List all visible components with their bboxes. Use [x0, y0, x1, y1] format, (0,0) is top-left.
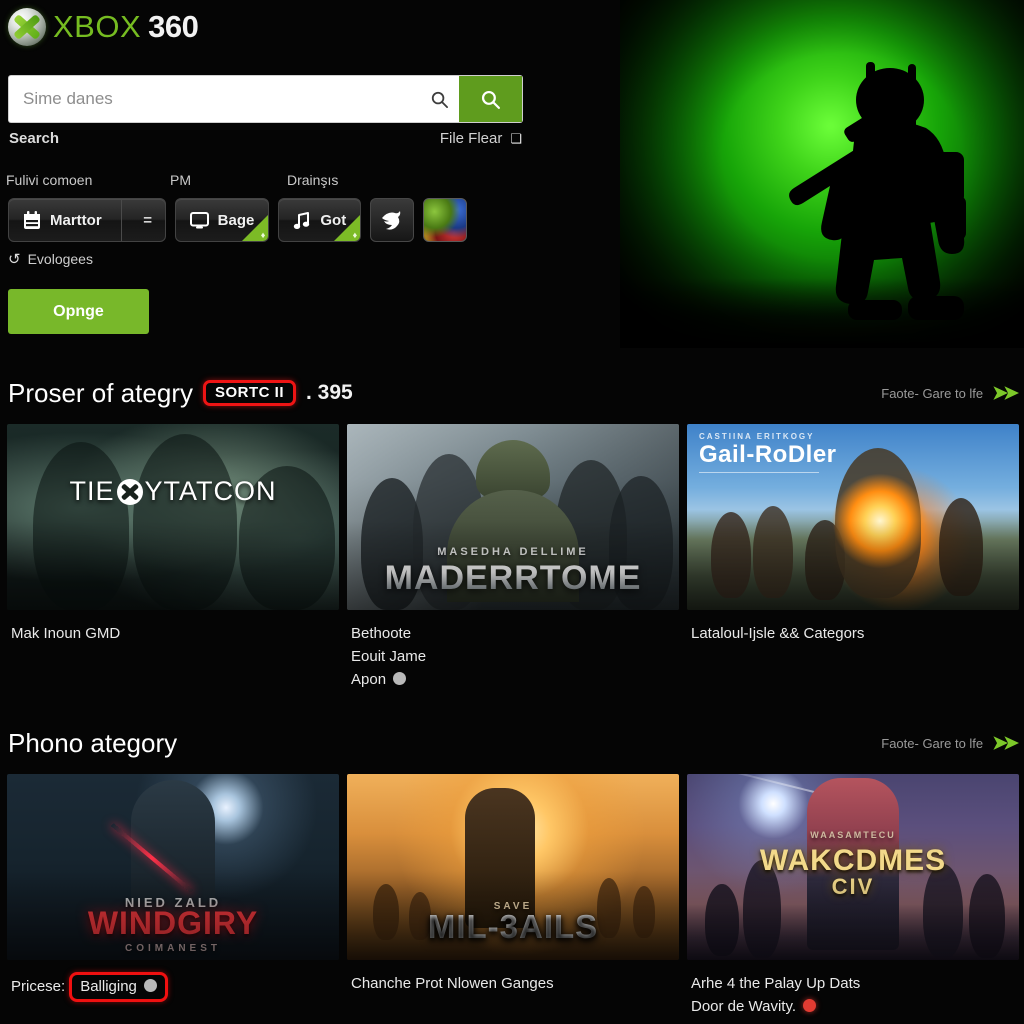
art-scrim [687, 424, 1019, 610]
logo-xbox-text: XBOX [53, 9, 142, 44]
card-artwork: WAASAMTECU WAKCDMES CIV [687, 774, 1019, 960]
card-gail-rodler[interactable]: CASTIINA ERITKOGY Gail-RoDler Lataloul-I… [687, 424, 1019, 691]
card-windgiry[interactable]: NIED ZALD WINDGIRY COIMANEST Pricese: Bal… [7, 774, 339, 1018]
page-title: Phono ategory [8, 727, 178, 758]
search-icon [419, 76, 459, 122]
section-header: Proser of ategry SORTC II . 395 Faote- G… [0, 362, 1024, 424]
card-maderrtome[interactable]: MASEDHA DELLIME MADERRTOME Bethoote Eoui… [347, 424, 679, 691]
status-badge: SORTC II [202, 380, 296, 406]
corner-badge-glyph: ♦ [260, 230, 266, 240]
card-caption-line: Mak Inoun GMD [11, 625, 121, 642]
double-chevron-right-icon: ➤➤ [992, 382, 1019, 404]
card-caption-line-with-ring: Pricese: Balliging [11, 972, 337, 1002]
section-title-group: Proser of ategry SORTC II . 395 [8, 378, 353, 409]
search-label: Search [9, 130, 60, 147]
section-count: . 395 [306, 381, 353, 404]
card-caption-line: Eouit Jame [351, 648, 427, 665]
section-more-link[interactable]: Faote- Gare to lfe ➤➤ [881, 382, 1019, 405]
card-artwork: NIED ZALD WINDGIRY COIMANEST [7, 774, 339, 960]
card-row: TIE YTATCON Mak Inoun GMD [0, 424, 1024, 691]
refresh-icon: ↺ [8, 251, 21, 268]
file-filter-dropdown[interactable]: File Flear ❏ [440, 130, 522, 147]
pill-divider [120, 199, 122, 241]
art-scrim [347, 774, 679, 960]
card-caption: Bethoote Eouit Jame Apon [347, 610, 679, 691]
card-caption-line: Chanche Prot Nlowen Ganges [351, 975, 554, 992]
list-lines-icon[interactable]: = [131, 199, 165, 241]
hero-vignette [620, 0, 1024, 348]
bird-icon [382, 211, 401, 230]
status-dot [803, 999, 817, 1012]
pill-marttor-label: Marttor [50, 211, 102, 229]
highlight-ring[interactable]: Balliging [69, 972, 168, 1002]
card-caption: Lataloul-Ijsle && Categors [687, 610, 1019, 645]
page-title: Proser of ategry [8, 377, 193, 408]
search-bar[interactable] [9, 76, 522, 122]
section-more-label: Faote- Gare to lfe [881, 385, 984, 401]
chevron-down-icon: ❏ [510, 130, 522, 146]
section-phono-ategory: Phono ategory Faote- Gare to lfe ➤➤ NIED… [0, 712, 1024, 1018]
card-caption: Mak Inoun GMD [7, 610, 339, 645]
monitor-icon [189, 211, 209, 229]
thumbnail-tile-button[interactable] [423, 198, 468, 242]
search-meta-row: Search File Flear ❏ [9, 130, 522, 147]
search-input[interactable] [9, 76, 419, 122]
status-dot [393, 672, 407, 685]
section-more-label: Faote- Gare to lfe [881, 735, 984, 751]
art-scrim [7, 424, 339, 610]
caption-ring-text: Balliging [80, 978, 137, 995]
evologees-label: Evologees [27, 251, 93, 267]
pill-marttor[interactable]: Marttor = [8, 198, 166, 242]
card-caption: Pricese: Balliging [7, 960, 339, 1002]
art-scrim [7, 774, 339, 960]
logo-360-text: 360 [148, 9, 199, 44]
card-artwork: TIE YTATCON [7, 424, 339, 610]
card-caption: Chanche Prot Nlowen Ganges [347, 960, 679, 995]
bird-icon-button[interactable] [370, 198, 415, 242]
search-button[interactable] [459, 76, 522, 122]
filter-label-0: Fulivi comoen [6, 172, 93, 188]
card-caption-line: Bethoote [351, 625, 412, 642]
filter-label-1: PM [170, 172, 191, 188]
section-proser-of-ategry: Proser of ategry SORTC II . 395 Faote- G… [0, 362, 1024, 691]
card-caption-line: Arhe 4 the Palay Up Dats [691, 975, 861, 992]
section-title-group: Phono ategory [8, 728, 177, 759]
card-caption-text: Door de Wavity. [691, 998, 797, 1015]
status-dot [143, 979, 157, 992]
calendar-icon [23, 210, 41, 230]
card-wakcdmes-civ[interactable]: WAASAMTECU WAKCDMES CIV Arhe 4 the Palay… [687, 774, 1019, 1018]
card-artwork: SAVE MIL-3AILS [347, 774, 679, 960]
card-artwork: MASEDHA DELLIME MADERRTOME [347, 424, 679, 610]
opnge-button[interactable]: Opnge [8, 289, 149, 334]
pill-got[interactable]: Got ♦ [278, 198, 362, 242]
xbox-360-store-page: XBOX 360 Search File Flear ❏ Fulivi como… [0, 0, 1024, 1024]
card-caption-line-with-dot: Apon [351, 668, 677, 691]
card-caption-line-with-dot: Door de Wavity. [691, 995, 1017, 1018]
double-chevron-right-icon: ➤➤ [992, 732, 1019, 754]
card-mak-inoun-gmd[interactable]: TIE YTATCON Mak Inoun GMD [7, 424, 339, 691]
hero-banner[interactable] [620, 0, 1024, 348]
card-caption: Arhe 4 the Palay Up Dats Door de Wavity. [687, 960, 1019, 1018]
card-row: NIED ZALD WINDGIRY COIMANEST Pricese: Bal… [0, 774, 1024, 1018]
filter-label-2: Drainşıs [287, 172, 339, 188]
card-caption-text: Apon [351, 671, 387, 688]
card-mil-3ails[interactable]: SAVE MIL-3AILS Chanche Prot Nlowen Gange… [347, 774, 679, 1018]
caption-prefix: Pricese: [11, 978, 66, 995]
filter-label-row: Fulivi comoen PM Drainşıs [6, 172, 476, 190]
filter-pill-row: Marttor = Bage ♦ Got ♦ [8, 198, 468, 242]
evologees-refresh[interactable]: ↺ Evologees [8, 250, 93, 268]
xbox-orb-icon [8, 8, 46, 46]
card-caption-line: Lataloul-Ijsle && Categors [691, 625, 865, 642]
xbox-360-logo[interactable]: XBOX 360 [8, 8, 199, 46]
file-filter-label: File Flear [439, 130, 503, 147]
music-note-icon [293, 211, 311, 230]
card-artwork: CASTIINA ERITKOGY Gail-RoDler [687, 424, 1019, 610]
art-scrim [347, 424, 679, 610]
corner-badge-glyph: ♦ [352, 230, 358, 240]
art-scrim [687, 774, 1019, 960]
section-more-link[interactable]: Faote- Gare to lfe ➤➤ [881, 732, 1019, 755]
section-header: Phono ategory Faote- Gare to lfe ➤➤ [0, 712, 1024, 774]
pill-bage[interactable]: Bage ♦ [174, 198, 270, 242]
